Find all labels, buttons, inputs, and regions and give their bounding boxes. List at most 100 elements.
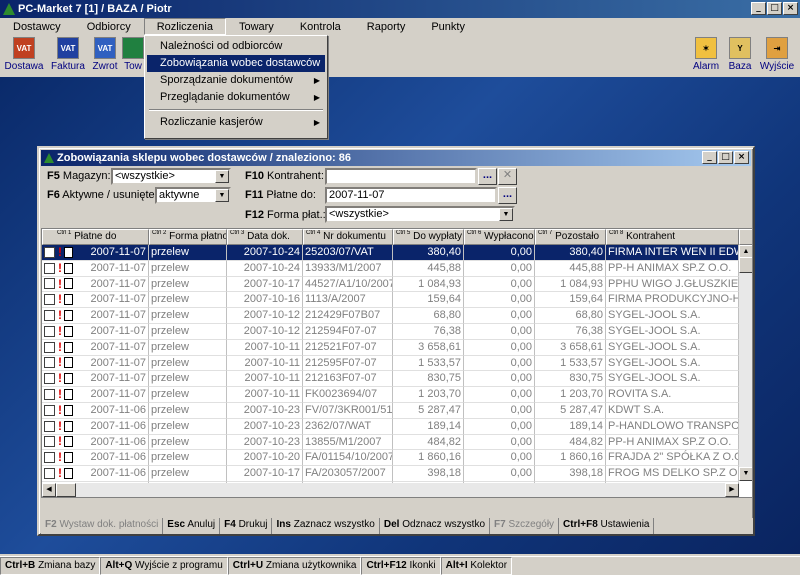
vertical-scrollbar[interactable]: ▲ ▼ <box>739 245 752 481</box>
toolbar-dostawa-button[interactable]: VAT Dostawa <box>4 37 44 75</box>
menu-item-przegladanie[interactable]: Przeglądanie dokumentów ▶ <box>147 89 325 106</box>
status-alt-i[interactable]: Alt+I Kolektor <box>440 557 513 575</box>
row-checkbox[interactable] <box>44 389 55 401</box>
hscroll-thumb[interactable] <box>56 483 76 497</box>
cell-kontrahent: ROVITA S.A. <box>606 387 739 403</box>
child-close-button[interactable]: × <box>734 151 749 164</box>
table-row[interactable]: ! 2007-11-06 przelew 2007-10-17 FA/203057/20… <box>42 466 739 482</box>
magazyn-select[interactable]: <wszystkie> ▼ <box>111 168 231 185</box>
row-checkbox[interactable] <box>44 452 55 464</box>
menu-rozliczenia[interactable]: Rozliczenia <box>143 18 226 35</box>
fkey-del[interactable]: Del Odznacz wszystko <box>380 518 491 534</box>
row-checkbox[interactable] <box>44 325 55 337</box>
row-checkbox[interactable] <box>44 341 55 353</box>
table-row[interactable]: ! 2007-11-07 przelew 2007-10-11 212595F07-07… <box>42 355 739 372</box>
cell-text: 2007-11-06 <box>90 467 146 480</box>
chevron-down-icon[interactable]: ▼ <box>499 208 513 221</box>
documents-table: Ctrl 1 Płatne do Ctrl 2 Forma płatnoś Ctrl… <box>41 228 753 498</box>
cell-wyplacono: 0,00 <box>464 292 535 309</box>
status-ctrl-f12[interactable]: Ctrl+F12 Ikonki <box>361 557 441 575</box>
table-row[interactable]: ! 2007-11-07 przelew 2007-10-11 212521F07-07… <box>42 339 739 356</box>
table-row[interactable]: ! 2007-11-07 przelew 2007-10-11 FK0023694/07… <box>42 387 739 403</box>
table-row[interactable]: ! 2007-11-06 przelew 2007-10-23 FV/07/3KR001… <box>42 402 739 419</box>
menu-item-rozliczanie-kasjerow[interactable]: Rozliczanie kasjerów ▶ <box>147 114 325 131</box>
scroll-left-icon[interactable]: ◀ <box>42 483 56 497</box>
kontrahent-input[interactable] <box>325 168 477 185</box>
toolbar-baza-button[interactable]: Y Baza <box>726 37 754 75</box>
menu-item-zobowiazania[interactable]: Zobowiązania wobec dostawców <box>147 55 325 72</box>
menu-raporty[interactable]: Raporty <box>354 18 419 35</box>
child-maximize-button[interactable]: □ <box>718 151 733 164</box>
chevron-down-icon[interactable]: ▼ <box>215 189 229 202</box>
cell-nr-dokumentu: 2362/07/WAT <box>303 418 393 435</box>
row-checkbox[interactable] <box>44 373 55 385</box>
row-checkbox[interactable] <box>44 262 55 274</box>
scroll-thumb[interactable] <box>739 257 752 273</box>
row-checkbox[interactable] <box>44 294 55 306</box>
row-checkbox[interactable] <box>44 468 55 480</box>
column-header-wyplacono[interactable]: Ctrl 6 Wypłacono <box>464 229 535 245</box>
menu-punkty[interactable]: Punkty <box>418 18 478 35</box>
table-row[interactable]: ! 2007-11-07 przelew 2007-10-16 1113/A/2007 1… <box>42 292 739 309</box>
column-header-data-dok[interactable]: Ctrl 3 Data dok. <box>227 229 303 245</box>
table-row[interactable]: ! 2007-11-07 przelew 2007-10-12 212594F07-07… <box>42 323 739 340</box>
column-header-kontrahent[interactable]: Ctrl 8 Kontrahent <box>606 229 739 245</box>
child-minimize-button[interactable]: _ <box>702 151 717 164</box>
chevron-down-icon[interactable]: ▼ <box>215 170 229 183</box>
alarm-icon: ✶ <box>695 37 717 59</box>
row-checkbox[interactable] <box>44 436 55 448</box>
status-ctrl-b[interactable]: Ctrl+B Zmiana bazy <box>0 557 101 575</box>
scroll-right-icon[interactable]: ▶ <box>725 483 739 497</box>
column-header-nr-dokumentu[interactable]: Ctrl 4 Nr dokumentu <box>303 229 393 245</box>
aktywne-select[interactable]: aktywne ▼ <box>155 187 231 204</box>
platne-do-input[interactable]: 2007-11-07 <box>325 187 497 204</box>
maximize-button[interactable]: □ <box>767 2 782 15</box>
close-button[interactable]: × <box>783 2 798 15</box>
horizontal-scrollbar[interactable]: ◀ ▶ <box>42 483 739 497</box>
kontrahent-clear-button[interactable]: ✕ <box>498 168 517 185</box>
status-ctrl-u[interactable]: Ctrl+U Zmiana użytkownika <box>227 557 362 575</box>
fkey-ctrl-f8[interactable]: Ctrl+F8 Ustawienia <box>559 518 655 534</box>
column-header-do-wyplaty[interactable]: Ctrl 5 Do wypłaty <box>393 229 464 245</box>
fkey-f4[interactable]: F4 Drukuj <box>220 518 273 534</box>
column-header-forma-platnosci[interactable]: Ctrl 2 Forma płatnoś <box>149 229 227 245</box>
table-row[interactable]: ! 2007-11-07 przelew 2007-10-17 44527/A1/10/… <box>42 276 739 293</box>
menu-dostawcy[interactable]: Dostawcy <box>0 18 74 35</box>
table-row[interactable]: ! 2007-11-06 przelew 2007-10-23 13855/M1/200… <box>42 434 739 451</box>
toolbar-zwrot-button[interactable]: VAT Zwrot <box>90 37 120 75</box>
table-row[interactable]: ! 2007-11-07 przelew 2007-10-24 25203/07/VAT… <box>42 245 739 261</box>
table-row[interactable]: ! 2007-11-07 przelew 2007-10-11 212163F07-07… <box>42 371 739 388</box>
row-checkbox[interactable] <box>44 246 55 258</box>
table-row[interactable]: ! 2007-11-07 przelew 2007-10-12 212429F07B07… <box>42 308 739 324</box>
kontrahent-browse-button[interactable]: ... <box>478 168 497 185</box>
menu-item-sporzadzanie[interactable]: Sporządzanie dokumentów ▶ <box>147 72 325 89</box>
table-row[interactable]: ! 2007-11-06 przelew 2007-10-20 FA/01154/10/… <box>42 450 739 467</box>
cell-pozostalo: 1 860,16 <box>535 450 606 467</box>
row-checkbox[interactable] <box>44 420 55 432</box>
toolbar-alarm-button[interactable]: ✶ Alarm <box>690 37 722 75</box>
menu-odbiorcy[interactable]: Odbiorcy <box>74 18 144 35</box>
row-checkbox[interactable] <box>44 404 55 416</box>
minimize-button[interactable]: _ <box>751 2 766 15</box>
toolbar-wyjscie-button[interactable]: ⇥ Wyjście <box>758 37 796 75</box>
menu-towary[interactable]: Towary <box>226 18 287 35</box>
menu-item-naleznosci[interactable]: Należności od odbiorców <box>147 38 325 55</box>
column-header-pozostalo[interactable]: Ctrl 7 Pozostało <box>535 229 606 245</box>
fkey-f2[interactable]: F2 Wystaw dok. płatności <box>41 518 164 534</box>
column-header-platne-do[interactable]: Ctrl 1 Płatne do <box>42 229 149 245</box>
table-row[interactable]: ! 2007-11-07 przelew 2007-10-24 13933/M1/200… <box>42 260 739 277</box>
toolbar-towary-button[interactable]: Tow <box>122 37 144 75</box>
scroll-down-icon[interactable]: ▼ <box>739 467 752 481</box>
fkey-esc[interactable]: Esc Anuluj <box>163 518 221 534</box>
platne-do-browse-button[interactable]: ... <box>498 187 517 204</box>
row-checkbox[interactable] <box>44 357 55 369</box>
toolbar-faktura-button[interactable]: VAT Faktura <box>50 37 86 75</box>
fkey-ins[interactable]: Ins Zaznacz wszystko <box>272 518 380 534</box>
row-checkbox[interactable] <box>44 310 55 322</box>
table-row[interactable]: ! 2007-11-06 przelew 2007-10-23 2362/07/WAT 1… <box>42 418 739 435</box>
row-checkbox[interactable] <box>44 278 55 290</box>
status-alt-q[interactable]: Alt+Q Wyjście z programu <box>100 557 228 575</box>
forma-platnosci-select[interactable]: <wszystkie> ▼ <box>325 206 515 223</box>
fkey-f7[interactable]: F7 Szczegóły <box>490 518 560 534</box>
menu-kontrola[interactable]: Kontrola <box>287 18 354 35</box>
